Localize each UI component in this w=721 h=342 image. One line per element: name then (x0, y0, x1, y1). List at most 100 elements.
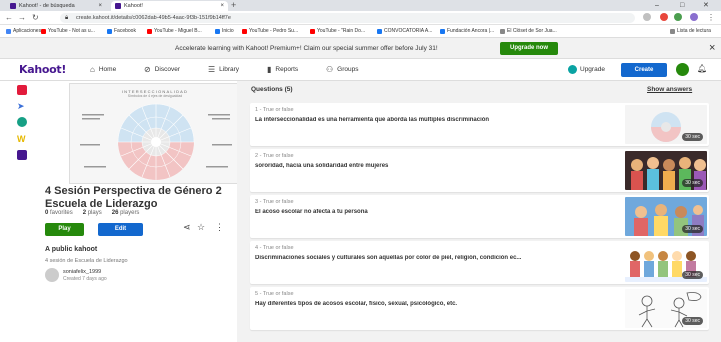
reading-list-icon (670, 28, 675, 34)
bookmark-item[interactable]: YouTube - Not as u... (41, 28, 95, 34)
bookmark-label: Aplicaciones (13, 28, 42, 34)
nav-discover[interactable]: ⊘ Discover (144, 65, 180, 74)
bookmark-item[interactable]: Lista de lectura (670, 28, 711, 34)
new-tab-icon[interactable]: + (231, 0, 236, 11)
promo-text: Accelerate learning with Kahoot! Premium… (175, 45, 438, 52)
poio-app-icon[interactable] (17, 117, 27, 127)
question-type: 2 - True or false (255, 153, 294, 159)
favorites-count: 0 (45, 210, 49, 216)
kahoot-favicon-icon (10, 3, 16, 9)
bookmark-label: El Clóset de Sor Jua... (507, 28, 557, 34)
question-text: Discriminaciones sociales y culturales s… (255, 255, 522, 261)
notifications-bell-icon[interactable]: 🔔︎ (697, 64, 707, 73)
extension-icon[interactable] (674, 13, 682, 21)
tab-label: Kahoot! (124, 3, 143, 9)
favorites-label: favorites (50, 210, 73, 216)
browser-tab-kahoot[interactable]: Kahoot! × (111, 1, 228, 11)
close-tab-icon[interactable]: × (220, 1, 224, 11)
maximize-icon[interactable]: □ (680, 0, 684, 11)
question-card[interactable]: 4 - True or false Discriminaciones socia… (250, 241, 709, 284)
bookmark-star-icon[interactable] (643, 13, 651, 21)
kahoot-academy-icon[interactable] (17, 150, 27, 160)
library-icon: ☰ (208, 65, 216, 74)
show-answers-button[interactable]: Show answers (647, 86, 692, 93)
minimize-icon[interactable]: – (655, 0, 659, 11)
bookmark-item[interactable]: YouTube - Miguel B... (147, 28, 202, 34)
bookmark-label: CONVOCATORIA A... (384, 28, 433, 34)
question-thumbnail: 30 sec (625, 105, 707, 144)
play-button[interactable]: Play (45, 223, 84, 236)
nav-label: Groups (337, 66, 359, 73)
question-card[interactable]: 1 - True or false La interseccionalidad … (250, 103, 709, 146)
groups-icon: ⚇ (326, 65, 334, 74)
bookmark-item[interactable]: El Clóset de Sor Jua... (500, 28, 557, 34)
window-close-icon[interactable]: ✕ (703, 0, 709, 11)
facebook-icon (377, 28, 382, 34)
time-limit-badge: 30 sec (682, 271, 703, 279)
nav-home[interactable]: ⌂ Home (90, 65, 116, 74)
time-limit-badge: 30 sec (682, 225, 703, 233)
upgrade-link[interactable]: Upgrade (568, 65, 605, 74)
question-type: 4 - True or false (255, 245, 294, 251)
create-button[interactable]: Create (621, 63, 667, 77)
nav-groups[interactable]: ⚇ Groups (326, 65, 359, 74)
forward-icon[interactable]: → (18, 12, 26, 24)
question-text: El acoso escolar no afecta a tu persona (255, 209, 368, 215)
bookmarks-bar: Aplicaciones YouTube - Not as u... Faceb… (0, 25, 721, 38)
reload-icon[interactable]: ↻ (32, 12, 39, 24)
extension-icon[interactable] (660, 13, 668, 21)
nav-library[interactable]: ☰ Library (208, 65, 239, 74)
intersectionality-wheel-diagram (80, 103, 232, 181)
bookmark-label: YouTube - Not as u... (48, 28, 95, 34)
wordwalker-app-icon[interactable]: W (17, 134, 27, 144)
bookmark-label: YouTube - Pedro Su... (249, 28, 299, 34)
user-avatar[interactable] (676, 63, 689, 76)
question-card[interactable]: 2 - True or false sororidad, hacia una s… (250, 149, 709, 192)
bookmark-item[interactable]: YouTube - Pedro Su... (242, 28, 298, 34)
question-thumbnail: 30 sec (625, 151, 707, 190)
plays-count: 2 (82, 210, 87, 216)
promo-banner: Accelerate learning with Kahoot! Premium… (0, 38, 721, 59)
bookmark-item[interactable]: Inicio (215, 28, 234, 34)
question-card[interactable]: 3 - True or false El acoso escolar no af… (250, 195, 709, 238)
favorite-star-icon[interactable]: ☆ (197, 222, 205, 233)
visibility-label: A public kahoot (45, 246, 98, 253)
question-thumbnail: 30 sec (625, 289, 707, 328)
tab-label: Kahoot! - de búsqueda (19, 3, 75, 9)
youtube-icon (242, 28, 247, 34)
kahoot-app-icon[interactable] (17, 85, 27, 95)
bookmark-item[interactable]: Aplicaciones (6, 28, 41, 34)
youtube-icon (147, 28, 152, 34)
bookmark-item[interactable]: Facebook (107, 28, 136, 34)
creator-name[interactable]: soniafelix_1999 (63, 269, 101, 275)
page-icon (500, 28, 505, 34)
home-icon: ⌂ (90, 65, 95, 74)
profile-icon[interactable] (690, 13, 698, 21)
bookmark-label: YouTube - "Rain Do... (317, 28, 366, 34)
bookmark-item[interactable]: YouTube - "Rain Do... (310, 28, 365, 34)
kahoot-logo[interactable]: Kahoot! (19, 63, 66, 76)
share-icon[interactable]: ⋖ (183, 222, 191, 233)
browser-menu-icon[interactable]: ⋮ (707, 12, 715, 24)
time-limit-badge: 30 sec (682, 317, 703, 325)
nav-label: Reports (275, 66, 299, 73)
creator-avatar[interactable] (45, 268, 59, 282)
close-banner-icon[interactable]: × (709, 42, 715, 54)
facebook-icon (215, 28, 220, 34)
more-options-icon[interactable]: ⋮ (215, 222, 224, 233)
kahoot-favicon-icon (115, 3, 121, 9)
questions-heading: Questions (5) (251, 86, 293, 93)
upgrade-now-button[interactable]: Upgrade now (500, 42, 558, 55)
browser-tab-search[interactable]: Kahoot! - de búsqueda × (6, 1, 106, 11)
back-icon[interactable]: ← (5, 12, 13, 24)
bookmark-item[interactable]: CONVOCATORIA A... (377, 28, 432, 34)
address-bar[interactable]: 🔒︎ create.kahoot.it/details/c0062dab-49b… (60, 13, 635, 23)
question-card[interactable]: 5 - True or false Hay diferentes tipos d… (250, 287, 709, 330)
question-type: 5 - True or false (255, 291, 294, 297)
top-navigation: Kahoot! ⌂ Home ⊘ Discover ☰ Library ▮ Report… (0, 59, 721, 81)
bookmark-item[interactable]: Fundación Ancora |... (440, 28, 494, 34)
close-tab-icon[interactable]: × (98, 1, 102, 11)
nav-reports[interactable]: ▮ Reports (267, 65, 298, 74)
dragonbox-app-icon[interactable]: ➤ (17, 101, 27, 111)
edit-button[interactable]: Edit (98, 223, 143, 236)
